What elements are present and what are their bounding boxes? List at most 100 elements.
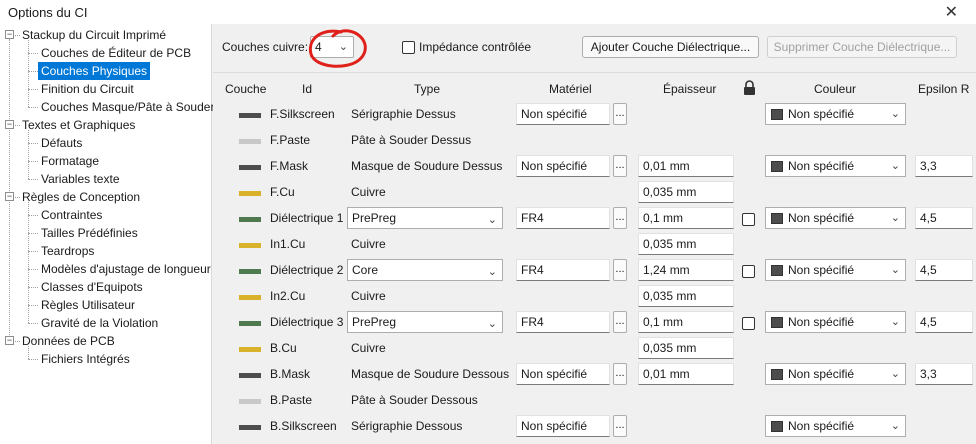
- epsilon-field[interactable]: 3,3: [915, 363, 973, 385]
- material-browse-button[interactable]: ...: [613, 155, 627, 177]
- thickness-lock-checkbox[interactable]: [742, 213, 755, 226]
- tree-collapse-icon[interactable]: −: [5, 336, 14, 345]
- layer-color-swatch: [239, 269, 261, 274]
- thickness-field[interactable]: 0,035 mm: [638, 337, 734, 359]
- sidebar-item[interactable]: Défauts: [41, 134, 82, 152]
- material-field[interactable]: Non spécifié: [516, 363, 610, 385]
- sidebar-item[interactable]: Variables texte: [41, 170, 120, 188]
- epsilon-field[interactable]: 3,3: [915, 155, 973, 177]
- layer-color-select[interactable]: Non spécifié ⌄: [765, 155, 906, 177]
- sidebar-item[interactable]: Teardrops: [41, 242, 94, 260]
- tree-connector: [28, 89, 38, 90]
- column-header-materiel: Matériel: [549, 82, 592, 96]
- chevron-down-icon: ⌄: [338, 41, 348, 53]
- remove-dielectric-button[interactable]: Supprimer Couche Diélectrique...: [767, 36, 957, 58]
- sidebar-item[interactable]: Règles de Conception: [22, 188, 140, 206]
- sidebar-item[interactable]: Modèles d'ajustage de longueur: [41, 260, 211, 278]
- layer-type: Sérigraphie Dessus: [351, 107, 456, 121]
- epsilon-field[interactable]: 4,5: [915, 259, 973, 281]
- tree-connector: [28, 269, 38, 270]
- copper-layers-select[interactable]: 4 ⌄: [310, 36, 354, 58]
- layer-type-select[interactable]: PrePreg ⌄: [347, 311, 503, 333]
- material-field[interactable]: FR4: [516, 259, 610, 281]
- material-browse-button[interactable]: ...: [613, 103, 627, 125]
- column-header-type: Type: [414, 82, 441, 96]
- layer-id: Diélectrique 3: [270, 315, 344, 329]
- thickness-field[interactable]: 0,1 mm: [638, 311, 734, 333]
- layer-color-select[interactable]: Non spécifié ⌄: [765, 207, 906, 229]
- sidebar-item[interactable]: Fichiers Intégrés: [41, 350, 130, 368]
- layer-color-select[interactable]: Non spécifié ⌄: [765, 259, 906, 281]
- controlled-impedance-checkbox[interactable]: [402, 41, 415, 54]
- sidebar-item[interactable]: Gravité de la Violation: [41, 314, 158, 332]
- thickness-field[interactable]: 1,24 mm: [638, 259, 734, 281]
- stackup-toolbar: Couches cuivre: 4 ⌄ Impédance contrôlée …: [213, 24, 976, 72]
- sidebar-item[interactable]: Formatage: [41, 152, 99, 170]
- material-field[interactable]: Non spécifié: [516, 155, 610, 177]
- layer-id: In1.Cu: [270, 237, 306, 251]
- add-dielectric-button[interactable]: Ajouter Couche Diélectrique...: [582, 36, 759, 58]
- sidebar-item[interactable]: Classes d'Equipots: [41, 278, 143, 296]
- layer-row: F.Mask Masque de Soudure Dessus Non spécif…: [213, 153, 976, 179]
- sidebar-item[interactable]: Stackup du Circuit Imprimé: [22, 26, 166, 44]
- material-browse-button[interactable]: ...: [613, 311, 627, 333]
- thickness-field[interactable]: 0,1 mm: [638, 207, 734, 229]
- sidebar-item[interactable]: Finition du Circuit: [41, 80, 134, 98]
- tree-collapse-icon[interactable]: −: [5, 30, 14, 39]
- layer-type-value: Core: [352, 263, 379, 277]
- layer-color-select[interactable]: Non spécifié ⌄: [765, 103, 906, 125]
- layer-type-select[interactable]: PrePreg ⌄: [347, 207, 503, 229]
- epsilon-field[interactable]: 4,5: [915, 311, 973, 333]
- tree-connector: [15, 197, 20, 198]
- epsilon-field[interactable]: 4,5: [915, 207, 973, 229]
- column-header-couleur: Couleur: [814, 82, 857, 96]
- material-browse-button[interactable]: ...: [613, 207, 627, 229]
- material-field[interactable]: Non spécifié: [516, 415, 610, 437]
- color-preview-icon: [771, 213, 783, 224]
- layer-id: Diélectrique 1: [270, 211, 344, 225]
- material-field[interactable]: FR4: [516, 207, 610, 229]
- thickness-field[interactable]: 0,01 mm: [638, 363, 734, 385]
- tree-collapse-icon[interactable]: −: [5, 120, 14, 129]
- sidebar-item[interactable]: Couches Masque/Pâte à Souder: [41, 98, 214, 116]
- thickness-field[interactable]: 0,035 mm: [638, 233, 734, 255]
- color-preview-icon: [771, 421, 783, 432]
- layer-color-value: Non spécifié: [788, 367, 855, 381]
- material-field[interactable]: FR4: [516, 311, 610, 333]
- thickness-lock-checkbox[interactable]: [742, 265, 755, 278]
- thickness-field[interactable]: 0,035 mm: [638, 285, 734, 307]
- layer-row: F.Cu Cuivre 0,035 mm: [213, 179, 976, 205]
- tree-collapse-icon[interactable]: −: [5, 192, 14, 201]
- layer-row: Diélectrique 2 Core ⌄ FR4... 1,24 mm Non spéc…: [213, 257, 976, 283]
- thickness-field[interactable]: 0,035 mm: [638, 181, 734, 203]
- layer-type: Cuivre: [351, 289, 386, 303]
- layer-type: Pâte à Souder Dessus: [351, 133, 472, 147]
- layer-type-select[interactable]: Core ⌄: [347, 259, 503, 281]
- tree-connector: [15, 125, 20, 126]
- thickness-lock-checkbox[interactable]: [742, 317, 755, 330]
- copper-layers-value: 4: [315, 40, 322, 54]
- layer-type: Cuivre: [351, 341, 386, 355]
- layer-row: F.Paste Pâte à Souder Dessus: [213, 127, 976, 153]
- material-browse-button[interactable]: ...: [613, 363, 627, 385]
- lock-icon: [744, 80, 755, 95]
- layer-type: Pâte à Souder Dessous: [351, 393, 478, 407]
- sidebar-item[interactable]: Textes et Graphiques: [22, 116, 135, 134]
- tree-connector: [28, 179, 38, 180]
- layer-color-select[interactable]: Non spécifié ⌄: [765, 311, 906, 333]
- material-browse-button[interactable]: ...: [613, 415, 627, 437]
- close-icon[interactable]: ✕: [945, 2, 958, 22]
- material-field[interactable]: Non spécifié: [516, 103, 610, 125]
- sidebar-item[interactable]: Données de PCB: [22, 332, 115, 350]
- material-browse-button[interactable]: ...: [613, 259, 627, 281]
- layer-color-select[interactable]: Non spécifié ⌄: [765, 415, 906, 437]
- sidebar-item[interactable]: Contraintes: [41, 206, 102, 224]
- color-preview-icon: [771, 109, 783, 120]
- sidebar-item[interactable]: Couches de Éditeur de PCB: [41, 44, 191, 62]
- sidebar-item[interactable]: Couches Physiques: [38, 62, 151, 80]
- sidebar-item[interactable]: Tailles Prédéfinies: [41, 224, 138, 242]
- sidebar-item[interactable]: Règles Utilisateur: [41, 296, 135, 314]
- chevron-down-icon: ⌄: [890, 368, 900, 380]
- layer-color-select[interactable]: Non spécifié ⌄: [765, 363, 906, 385]
- thickness-field[interactable]: 0,01 mm: [638, 155, 734, 177]
